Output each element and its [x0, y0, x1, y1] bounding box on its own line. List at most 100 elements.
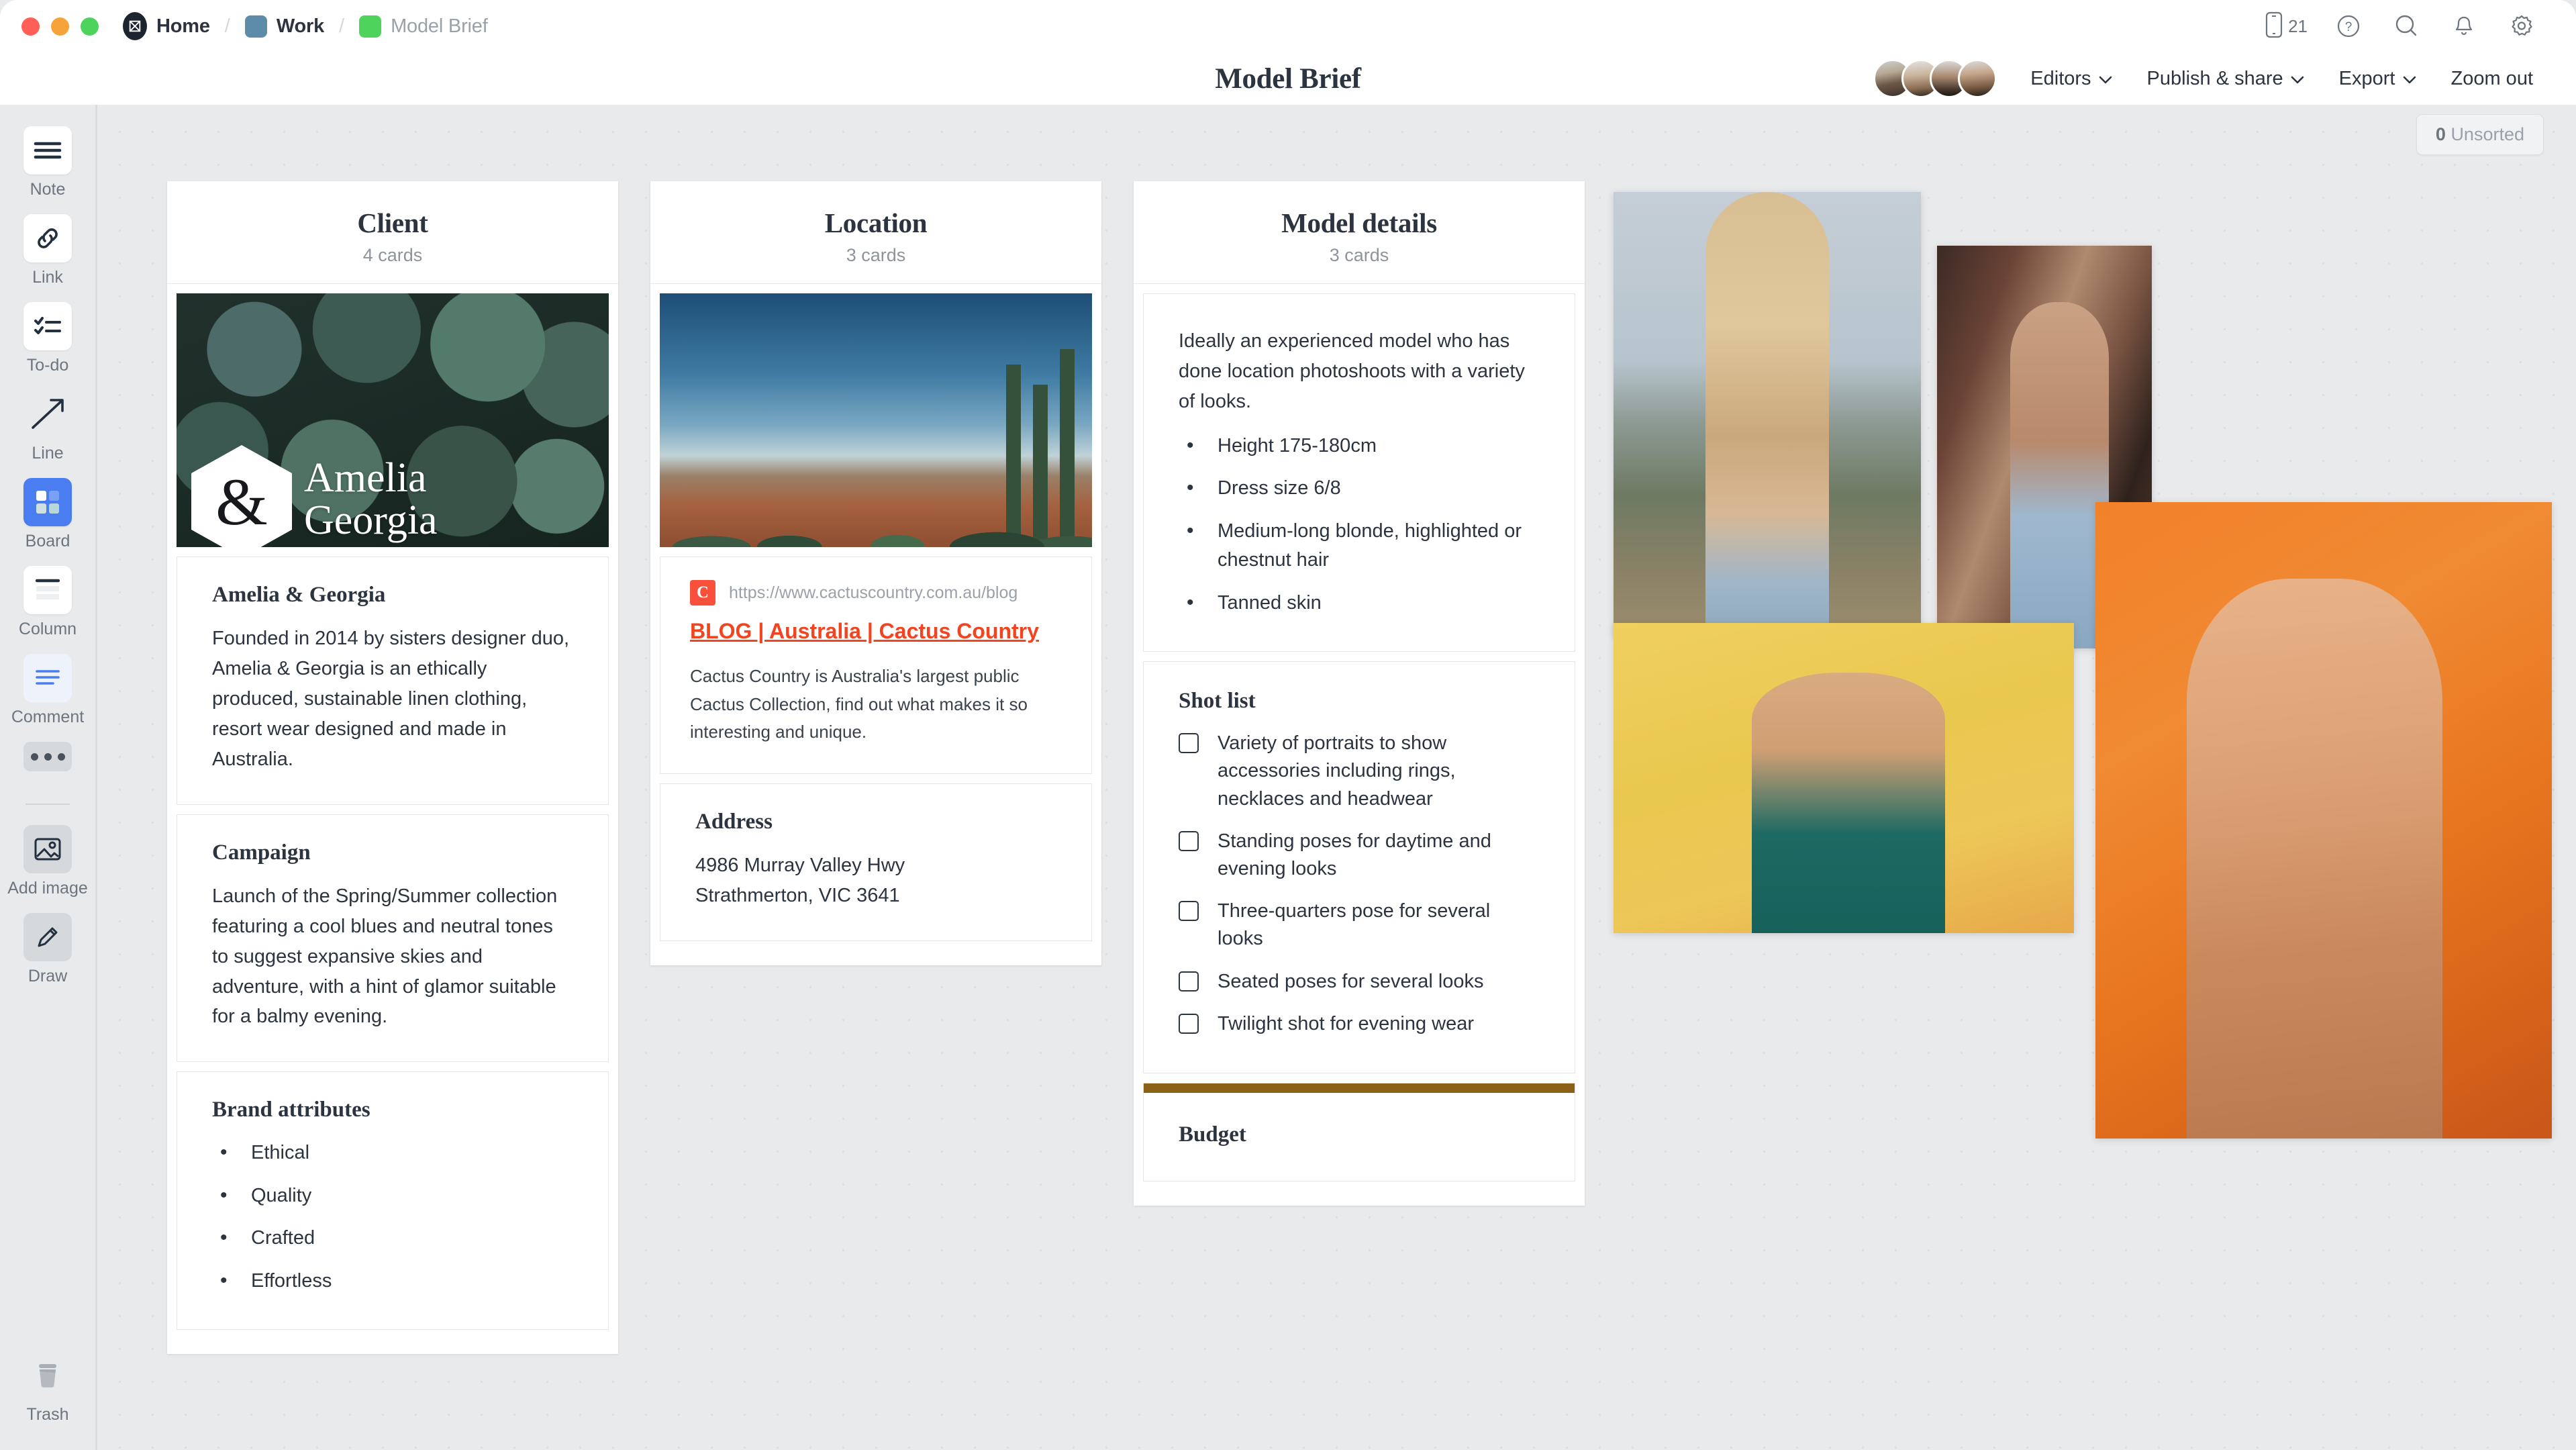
breadcrumb-item-home[interactable]: Home	[123, 12, 210, 40]
traffic-lights	[21, 17, 99, 36]
rail-item-column[interactable]: Column	[19, 566, 77, 639]
column-title: Model details	[1134, 207, 1585, 239]
list-item: Quality	[212, 1181, 573, 1211]
checklist-item[interactable]: Variety of portraits to show accessories…	[1179, 730, 1540, 813]
column-location[interactable]: Location 3 cards C https://www.cactuscou…	[650, 181, 1101, 965]
checkbox[interactable]	[1179, 733, 1199, 753]
breadcrumb-workspace-label: Work	[277, 15, 324, 38]
rail-label-note: Note	[30, 180, 66, 199]
card-title: Address	[695, 810, 1056, 834]
home-icon	[123, 12, 147, 40]
bell-icon[interactable]	[2435, 0, 2493, 52]
model-blonde-hilltop-photo[interactable]	[1614, 192, 1921, 636]
rail-item-comment[interactable]: Comment	[11, 654, 84, 727]
rail-label-trash: Trash	[27, 1405, 69, 1424]
card-body: Founded in 2014 by sisters designer duo,…	[212, 624, 573, 775]
checkbox[interactable]	[1179, 1014, 1199, 1034]
breadcrumb-item-document[interactable]: Model Brief	[359, 15, 487, 38]
checkbox[interactable]	[1179, 901, 1199, 921]
mobile-preview-button[interactable]: 21	[2265, 11, 2308, 42]
editor-avatars[interactable]	[1873, 59, 1997, 98]
link-title[interactable]: BLOG | Australia | Cactus Country	[690, 619, 1039, 644]
checklist-item[interactable]: Seated poses for several looks	[1179, 968, 1540, 996]
rail-item-line[interactable]: Line	[23, 390, 72, 463]
card-title: Campaign	[212, 840, 573, 865]
comment-icon	[23, 654, 72, 702]
list-item: Height 175-180cm	[1179, 432, 1540, 461]
editors-dropdown[interactable]: Editors	[2013, 68, 2129, 90]
succulents-logo-image: & Amelia Georgia	[177, 293, 609, 547]
rail-item-draw[interactable]: Draw	[23, 913, 72, 986]
model-orange-veil-portrait-photo[interactable]	[2095, 502, 2552, 1139]
list-item: Crafted	[212, 1224, 573, 1253]
brand-wordmark: Amelia Georgia	[304, 457, 438, 542]
export-dropdown[interactable]: Export	[2322, 68, 2434, 90]
unsorted-badge[interactable]: 0 Unsorted	[2416, 114, 2544, 155]
checklist-item[interactable]: Three-quarters pose for several looks	[1179, 898, 1540, 953]
minimize-window-button[interactable]	[51, 17, 69, 36]
rail-item-trash[interactable]: Trash	[23, 1351, 72, 1424]
avatar[interactable]	[1958, 59, 1997, 98]
card-body: Ideally an experienced model who has don…	[1179, 326, 1540, 417]
brand-wordmark-line2: Georgia	[304, 499, 438, 542]
breadcrumb-separator-1: /	[225, 15, 230, 38]
breadcrumb: Home / Work / Model Brief	[123, 12, 488, 40]
checklist-label: Standing poses for daytime and evening l…	[1218, 828, 1540, 883]
card-location-link[interactable]: C https://www.cactuscountry.com.au/blog …	[660, 557, 1092, 774]
brand-ampersand-mark: &	[191, 445, 292, 547]
unsorted-count: 0	[2436, 124, 2446, 144]
card-model-requirements[interactable]: Ideally an experienced model who has don…	[1143, 293, 1575, 652]
mobile-count-label: 21	[2288, 16, 2308, 37]
workspace-color-swatch	[245, 15, 267, 38]
budget-accent-stripe	[1144, 1083, 1575, 1093]
checkbox[interactable]	[1179, 971, 1199, 992]
export-label: Export	[2339, 68, 2395, 90]
rail-item-board[interactable]: Board	[23, 478, 72, 551]
checklist-label: Three-quarters pose for several looks	[1218, 898, 1540, 953]
gear-icon[interactable]	[2493, 0, 2550, 52]
checkbox[interactable]	[1179, 831, 1199, 851]
checklist-label: Twilight shot for evening wear	[1218, 1010, 1474, 1038]
column-card-count: 3 cards	[1134, 245, 1585, 266]
rail-item-todo[interactable]: To-do	[23, 302, 72, 375]
card-budget[interactable]: Budget	[1143, 1083, 1575, 1181]
checklist-item[interactable]: Twilight shot for evening wear	[1179, 1010, 1540, 1038]
card-title: Amelia & Georgia	[212, 583, 573, 608]
column-card-count: 4 cards	[167, 245, 618, 266]
checklist-item[interactable]: Standing poses for daytime and evening l…	[1179, 828, 1540, 883]
column-model-details[interactable]: Model details 3 cards Ideally an experie…	[1134, 181, 1585, 1206]
breadcrumb-separator-2: /	[339, 15, 344, 38]
search-icon[interactable]	[2377, 0, 2435, 52]
list-item: Medium-long blonde, highlighted or chest…	[1179, 517, 1540, 575]
card-brand-attributes[interactable]: Brand attributes Ethical Quality Crafted…	[177, 1071, 609, 1330]
zoom-out-button[interactable]: Zoom out	[2434, 68, 2551, 90]
maximize-window-button[interactable]	[81, 17, 99, 36]
board-icon	[23, 478, 72, 526]
link-url: https://www.cactuscountry.com.au/blog	[729, 583, 1018, 603]
column-client[interactable]: Client 4 cards & Amelia Georgia Amelia &…	[167, 181, 618, 1354]
link-description: Cactus Country is Australia's largest pu…	[690, 663, 1062, 746]
rail-item-more[interactable]	[23, 742, 72, 771]
rail-item-add-image[interactable]: Add image	[7, 825, 88, 898]
brand-wordmark-line1: Amelia	[304, 457, 438, 499]
card-client-logo-image[interactable]: & Amelia Georgia	[177, 293, 609, 547]
breadcrumb-item-workspace[interactable]: Work	[245, 15, 324, 38]
publish-share-dropdown[interactable]: Publish & share	[2130, 68, 2322, 90]
svg-text:?: ?	[2345, 20, 2352, 34]
rail-item-link[interactable]: Link	[23, 214, 72, 287]
publish-share-label: Publish & share	[2147, 68, 2283, 90]
rail-label-link: Link	[32, 268, 63, 287]
trash-icon	[23, 1351, 72, 1400]
card-campaign[interactable]: Campaign Launch of the Spring/Summer col…	[177, 814, 609, 1063]
rail-item-note[interactable]: Note	[23, 126, 72, 199]
card-shot-list[interactable]: Shot list Variety of portraits to show a…	[1143, 661, 1575, 1073]
help-icon[interactable]: ?	[2320, 0, 2377, 52]
card-address[interactable]: Address 4986 Murray Valley Hwy Strathmer…	[660, 783, 1092, 941]
card-location-image[interactable]	[660, 293, 1092, 547]
link-icon	[23, 214, 72, 262]
breadcrumb-home-label: Home	[156, 15, 210, 38]
card-amelia-georgia[interactable]: Amelia & Georgia Founded in 2014 by sist…	[177, 557, 609, 805]
model-yellow-wall-sunglasses-photo[interactable]	[1614, 623, 2074, 933]
close-window-button[interactable]	[21, 17, 40, 36]
board-canvas[interactable]: 0 Unsorted Client 4 cards & Amelia Georg…	[95, 105, 2576, 1450]
